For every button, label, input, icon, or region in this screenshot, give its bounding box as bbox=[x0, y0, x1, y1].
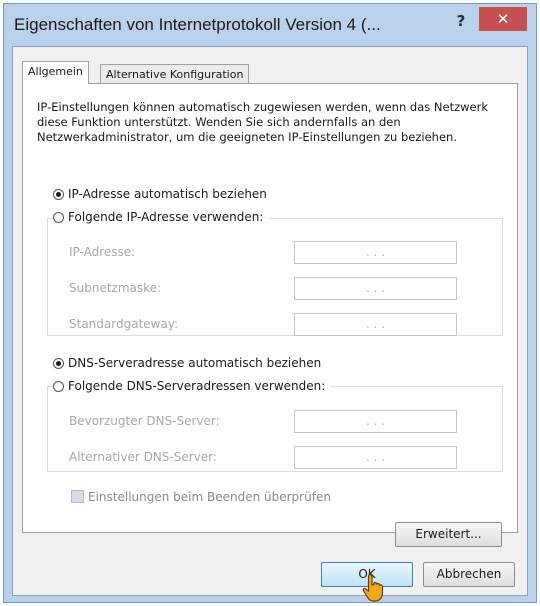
subnet-mask-input[interactable]: . . . bbox=[294, 277, 457, 300]
alternate-dns-value: . . . bbox=[365, 450, 386, 464]
dns-auto-label: DNS-Serveradresse automatisch beziehen bbox=[68, 356, 322, 370]
default-gateway-label: Standardgateway: bbox=[69, 317, 179, 331]
ip-address-input[interactable]: . . . bbox=[294, 241, 457, 264]
validate-settings-checkbox[interactable] bbox=[71, 490, 84, 503]
close-button[interactable]: ✕ bbox=[479, 7, 527, 31]
title-bar[interactable]: Eigenschaften von Internetprotokoll Vers… bbox=[4, 4, 536, 48]
dialog-window: Eigenschaften von Internetprotokoll Vers… bbox=[3, 3, 537, 603]
ip-manual-radio[interactable] bbox=[53, 212, 64, 223]
ip-address-value: . . . bbox=[365, 245, 386, 259]
dns-manual-label: Folgende DNS-Serveradressen verwenden: bbox=[68, 379, 326, 393]
ip-auto-label: IP-Adresse automatisch beziehen bbox=[68, 187, 267, 201]
ip-manual-label: Folgende IP-Adresse verwenden: bbox=[68, 210, 264, 224]
advanced-button[interactable]: Erweitert... bbox=[395, 522, 502, 547]
subnet-mask-value: . . . bbox=[365, 281, 386, 295]
default-gateway-value: . . . bbox=[365, 317, 386, 331]
preferred-dns-value: . . . bbox=[365, 414, 386, 428]
subnet-mask-label: Subnetzmaske: bbox=[69, 281, 162, 295]
ip-address-label: IP-Adresse: bbox=[69, 245, 136, 259]
dns-manual-radio[interactable] bbox=[53, 381, 64, 392]
preferred-dns-label: Bevorzugter DNS-Server: bbox=[69, 414, 220, 428]
info-text: IP-Einstellungen können automatisch zuge… bbox=[37, 100, 488, 144]
alternate-dns-input[interactable]: . . . bbox=[294, 446, 457, 469]
close-icon: ✕ bbox=[496, 10, 510, 28]
default-gateway-input[interactable]: . . . bbox=[294, 313, 457, 336]
tab-allgemein[interactable]: Allgemein bbox=[22, 61, 89, 84]
ip-auto-radio[interactable] bbox=[53, 189, 64, 200]
dns-auto-radio-row[interactable]: DNS-Serveradresse automatisch beziehen bbox=[53, 356, 321, 370]
tab-alternative-konfiguration[interactable]: Alternative Konfiguration bbox=[100, 64, 250, 85]
cancel-button[interactable]: Abbrechen bbox=[423, 562, 515, 587]
dialog-title: Eigenschaften von Internetprotokoll Vers… bbox=[14, 15, 381, 34]
dns-auto-radio[interactable] bbox=[53, 358, 64, 369]
dns-manual-radio-row[interactable]: Folgende DNS-Serveradressen verwenden: bbox=[53, 379, 332, 393]
ip-manual-radio-row[interactable]: Folgende IP-Adresse verwenden: bbox=[53, 210, 270, 224]
help-button[interactable]: ? bbox=[448, 10, 474, 32]
hand-pointer-icon bbox=[362, 574, 384, 602]
preferred-dns-input[interactable]: . . . bbox=[294, 410, 457, 433]
validate-settings-label: Einstellungen beim Beenden überprüfen bbox=[88, 490, 331, 504]
ip-auto-radio-row[interactable]: IP-Adresse automatisch beziehen bbox=[53, 187, 267, 201]
tab-panel-allgemein: IP-Einstellungen können automatisch zuge… bbox=[22, 83, 518, 547]
dialog-client-area: Allgemein Alternative Konfiguration IP-E… bbox=[12, 46, 528, 602]
validate-settings-row[interactable]: Einstellungen beim Beenden überprüfen bbox=[71, 490, 331, 504]
alternate-dns-label: Alternativer DNS-Server: bbox=[69, 450, 217, 464]
